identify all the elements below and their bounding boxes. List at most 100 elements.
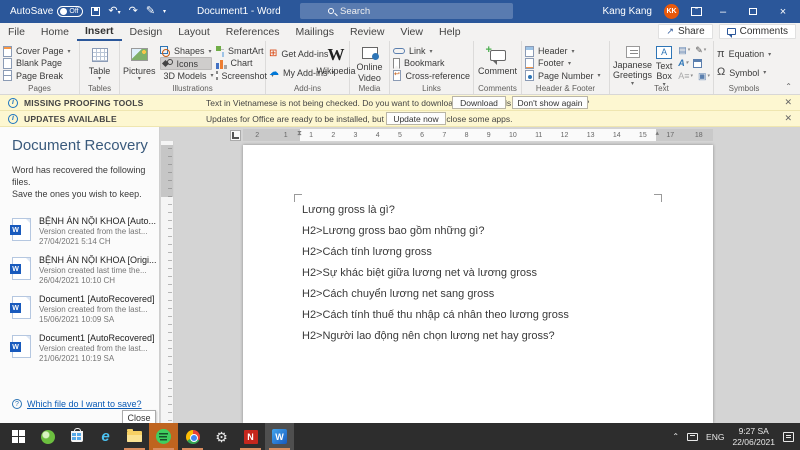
taskbar-internet-explorer[interactable]: e	[91, 423, 120, 450]
cross-reference-button[interactable]: Cross-reference	[393, 70, 470, 82]
wordart-icon[interactable]: A ▾	[678, 59, 688, 68]
tab-review[interactable]: Review	[342, 23, 392, 41]
language-indicator[interactable]: ENG	[706, 432, 724, 442]
smartart-button[interactable]: SmartArt	[215, 45, 264, 57]
my-addins-button[interactable]: ☁ My Add-ins ▾	[269, 66, 335, 79]
text-line[interactable]: H2>Lương gross bao gồm những gì?	[302, 220, 673, 241]
collapse-ribbon-icon[interactable]: ⌃	[785, 82, 792, 91]
symbol-button[interactable]: Ω Symbol ▾	[717, 66, 771, 79]
table-button[interactable]: Table ▾	[83, 44, 116, 83]
tab-design[interactable]: Design	[122, 23, 171, 41]
header-button[interactable]: Header ▾	[525, 45, 606, 57]
recovered-file-item[interactable]: BỆNH ÁN NỘI KHOA [Auto...Version created…	[10, 216, 156, 246]
user-name[interactable]: Kang Kang	[603, 6, 653, 17]
taskbar-clock[interactable]: 9:27 SA 22/06/2021	[732, 426, 775, 447]
recovered-file-item[interactable]: BỆNH ÁN NỘI KHOA [Origi...Version create…	[10, 255, 157, 285]
date-time-icon[interactable]	[693, 59, 703, 68]
update-now-button[interactable]: Update now	[386, 112, 446, 125]
cover-page-button[interactable]: Cover Page ▾	[3, 45, 76, 57]
text-line[interactable]: H2>Cách tính thuế thu nhập cá nhân theo …	[302, 304, 673, 325]
tab-layout[interactable]: Layout	[170, 23, 218, 41]
equation-button[interactable]: π Equation ▾	[717, 48, 771, 61]
search-input[interactable]: Search	[300, 3, 513, 19]
screenshot-button[interactable]: Screenshot ▾	[215, 70, 274, 82]
page-number-button[interactable]: Page Number ▾	[525, 70, 606, 82]
object-icon[interactable]: ▣ ▾	[698, 72, 710, 81]
3d-models-button[interactable]: 3D Models ▾	[160, 70, 214, 82]
taskbar-word[interactable]: W	[265, 423, 294, 450]
save-icon[interactable]	[91, 7, 101, 16]
blank-page-button[interactable]: Blank Page	[3, 57, 76, 69]
drop-cap-icon[interactable]: A≡ ▾	[678, 72, 693, 81]
dont-show-again-button[interactable]: Don't show again	[512, 96, 588, 109]
text-box-button[interactable]: A Text Box ▾	[655, 44, 673, 88]
ribbon-display-options-icon[interactable]: ⌃	[691, 7, 702, 16]
tab-references[interactable]: References	[218, 23, 288, 41]
recovery-close-button[interactable]: Close	[122, 410, 156, 423]
share-button[interactable]: ↗ Share	[658, 24, 713, 39]
first-line-indent-marker[interactable]: ⧗	[297, 130, 302, 137]
group-media: Online Video Media	[350, 41, 390, 94]
notification-close-icon[interactable]: ✕	[784, 113, 792, 124]
wikipedia-button[interactable]: W Wikipedia	[317, 44, 356, 83]
get-addins-button[interactable]: ⊞ Get Add-ins	[269, 48, 328, 61]
download-button[interactable]: Download	[452, 96, 506, 109]
document-page[interactable]: Lương gross là gì? H2>Lương gross bao gồ…	[243, 145, 713, 423]
autosave-toggle[interactable]: AutoSave Off	[10, 6, 84, 17]
icons-button[interactable]: Icons	[159, 57, 212, 70]
bookmark-button[interactable]: Bookmark	[393, 57, 470, 69]
japanese-greetings-button[interactable]: Japanese Greetings ▾	[613, 44, 652, 87]
taskbar-chrome[interactable]	[178, 423, 207, 450]
right-indent-marker[interactable]: ▴	[655, 130, 659, 137]
tab-help[interactable]: Help	[431, 23, 469, 41]
taskbar-green-app[interactable]	[33, 423, 62, 450]
chart-button[interactable]: Chart	[215, 57, 264, 69]
start-button[interactable]	[4, 423, 33, 450]
text-line[interactable]: H2>Cách chuyển lương net sang gross	[302, 283, 673, 304]
action-center-icon[interactable]	[783, 431, 794, 442]
signature-line-icon[interactable]: ✎ ▾	[695, 46, 706, 55]
horizontal-ruler[interactable]: 21 12 34 56 78 9 10 11 12 13 14 15 17 18 ⧗ ▴	[230, 129, 713, 141]
text-line[interactable]: H2>Sự khác biệt giữa lương net và lương …	[302, 262, 673, 283]
tab-insert[interactable]: Insert	[76, 23, 122, 41]
show-hidden-icons[interactable]: ⌃	[672, 432, 679, 441]
customize-quick-access-icon[interactable]: ▾	[163, 9, 166, 15]
restore-icon[interactable]	[744, 6, 762, 18]
vertical-ruler[interactable]	[161, 141, 174, 423]
undo-icon[interactable]: ↶▾	[108, 6, 120, 17]
comment-button[interactable]: Comment	[477, 44, 518, 83]
footer-button[interactable]: Footer ▾	[525, 57, 606, 69]
tray-monitor-icon[interactable]	[687, 432, 699, 441]
tab-view[interactable]: View	[392, 23, 431, 41]
pictures-button[interactable]: Pictures ▾	[123, 44, 156, 83]
tab-file[interactable]: File	[0, 23, 33, 41]
close-icon[interactable]: ×	[774, 6, 792, 18]
tab-mailings[interactable]: Mailings	[287, 23, 342, 41]
tab-selector-icon[interactable]	[230, 130, 241, 141]
link-button[interactable]: Link ▾	[393, 45, 470, 57]
autosave-switch-icon[interactable]: Off	[57, 6, 84, 17]
minimize-icon[interactable]: –	[714, 6, 732, 18]
comments-button[interactable]: Comments	[718, 24, 796, 39]
text-line[interactable]: H2>Người lao động nên chọn lương net hay…	[302, 325, 673, 346]
document-text[interactable]: Lương gross là gì? H2>Lương gross bao gồ…	[302, 199, 673, 346]
pen-icon[interactable]: ✎	[146, 6, 155, 17]
tab-home[interactable]: Home	[33, 23, 77, 41]
page-break-button[interactable]: Page Break	[3, 70, 76, 82]
recovered-file-item[interactable]: Document1 [AutoRecovered]Version created…	[10, 333, 155, 363]
taskbar-spotify[interactable]	[149, 423, 178, 450]
recovered-file-item[interactable]: Document1 [AutoRecovered]Version created…	[10, 294, 155, 324]
taskbar-file-explorer[interactable]	[120, 423, 149, 450]
text-line[interactable]: H2>Cách tính lương gross	[302, 241, 673, 262]
redo-icon[interactable]: ↷	[129, 6, 138, 17]
taskbar-app-n[interactable]: N	[236, 423, 265, 450]
which-file-link[interactable]: Which file do I want to save?	[27, 399, 142, 409]
taskbar-settings[interactable]: ⚙	[207, 423, 236, 450]
shapes-button[interactable]: Shapes ▾	[159, 45, 212, 57]
online-video-button[interactable]: Online Video	[353, 44, 386, 83]
text-line[interactable]: Lương gross là gì?	[302, 199, 673, 220]
taskbar-store[interactable]	[62, 423, 91, 450]
avatar[interactable]: KK	[664, 4, 679, 19]
quick-parts-icon[interactable]: ▤ ▾	[678, 46, 690, 55]
notification-close-icon[interactable]: ✕	[784, 97, 792, 108]
